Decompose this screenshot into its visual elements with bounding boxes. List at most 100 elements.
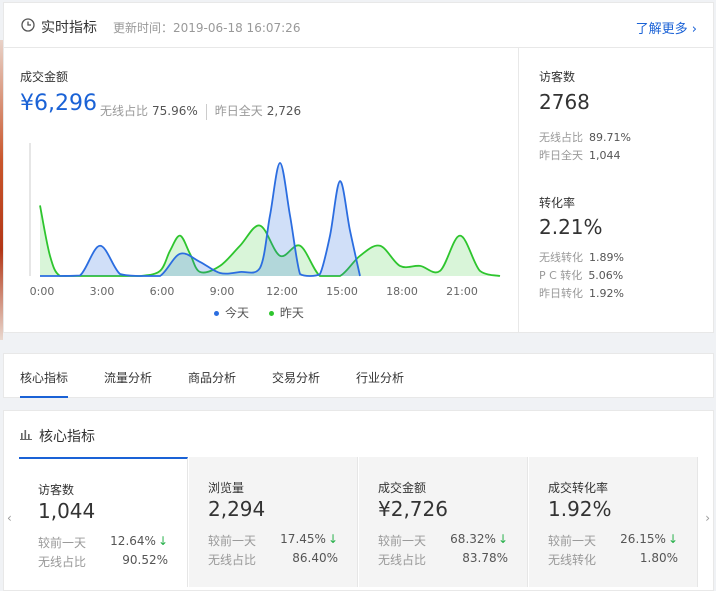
card-wireless-label: 无线转化 <box>548 553 597 567</box>
conversion-yesterday-value: 1.92% <box>589 287 624 300</box>
x-tick-label: 3:00 <box>90 285 115 298</box>
visitors-wireless: 无线占比 89.71% <box>539 129 631 145</box>
card-compare-row: 较前一天 26.15% ↓ <box>548 532 678 549</box>
legend-label-today: 今天 <box>225 306 250 320</box>
bar-chart-icon <box>20 430 32 440</box>
card-compare-value-wrap: 26.15% ↓ <box>620 532 678 546</box>
card-wireless-row: 无线占比 86.40% <box>208 551 338 568</box>
legend-item-today[interactable]: 今天 <box>214 306 249 320</box>
realtime-side: 访客数 2768 无线占比 89.71% 昨日全天 1,044 转化率 2.21% … <box>518 48 714 333</box>
card-compare-value-wrap: 12.64% ↓ <box>110 534 168 548</box>
legend-item-yesterday[interactable]: 昨天 <box>268 306 304 320</box>
card-compare-row: 较前一天 17.45% ↓ <box>208 532 338 549</box>
x-tick-label: 6:00 <box>150 285 175 298</box>
realtime-header: 实时指标 更新时间：2019-06-18 16:07:26 了解更多 › <box>4 3 713 48</box>
card-wireless-label: 无线占比 <box>38 555 87 569</box>
trend-down-icon: ↓ <box>327 532 338 546</box>
metric-card-conversion[interactable]: 成交转化率 1.92% 较前一天 26.15% ↓ 无线转化 1.80% <box>529 457 698 587</box>
core-title: 核心指标 <box>39 429 95 445</box>
card-wireless-value: 86.40% <box>292 551 338 565</box>
card-value: 1,044 <box>38 499 96 523</box>
series-line-today <box>40 162 361 277</box>
card-compare-row: 较前一天 68.32% ↓ <box>378 532 508 549</box>
card-compare-label: 较前一天 <box>378 534 427 548</box>
tab-core[interactable]: 核心指标 <box>20 369 69 398</box>
prev-arrow[interactable]: ‹ <box>7 511 12 525</box>
card-compare-label: 较前一天 <box>38 536 87 550</box>
conversion-pc: P C 转化 5.06% <box>539 267 623 283</box>
card-value: ¥2,726 <box>378 497 448 521</box>
visitors-value: 2768 <box>539 90 590 114</box>
x-tick-label: 21:00 <box>446 285 478 298</box>
conversion-yesterday: 昨日转化 1.92% <box>539 285 624 301</box>
card-wireless-label: 无线占比 <box>378 553 427 567</box>
trend-down-icon: ↓ <box>667 532 678 546</box>
card-wireless-label: 无线占比 <box>208 553 257 567</box>
trend-down-icon: ↓ <box>157 534 168 548</box>
conversion-label: 转化率 <box>539 196 576 210</box>
card-wireless-value: 83.78% <box>462 551 508 565</box>
metric-card-gmv[interactable]: 成交金额 ¥2,726 较前一天 68.32% ↓ 无线占比 83.78% <box>359 457 528 587</box>
legend-dot-today <box>214 311 219 316</box>
card-compare-value-wrap: 17.45% ↓ <box>280 532 338 546</box>
conversion-yesterday-label: 昨日转化 <box>539 287 583 300</box>
card-compare-value-wrap: 68.32% ↓ <box>450 532 508 546</box>
trend-down-icon: ↓ <box>497 532 508 546</box>
core-metrics-panel: 核心指标 ‹ › 访客数 1,044 较前一天 12.64% ↓ 无线占比 90.52… <box>3 410 714 591</box>
visitors-wireless-value: 89.71% <box>589 131 631 144</box>
conversion-pc-label: P C 转化 <box>539 269 583 282</box>
core-header: 核心指标 <box>4 411 713 458</box>
learn-more-link[interactable]: 了解更多 › <box>636 18 697 37</box>
visitors-yesterday-label: 昨日全天 <box>539 149 583 162</box>
visitors-yesterday-value: 1,044 <box>589 149 621 162</box>
card-compare-row: 较前一天 12.64% ↓ <box>38 534 168 551</box>
update-time: 更新时间：2019-06-18 16:07:26 <box>113 21 301 35</box>
tab-transactions[interactable]: 交易分析 <box>272 369 320 386</box>
card-wireless-row: 无线占比 83.78% <box>378 551 508 568</box>
conversion-value: 2.21% <box>539 215 603 239</box>
card-compare-label: 较前一天 <box>548 534 597 548</box>
card-wireless-row: 无线转化 1.80% <box>548 551 678 568</box>
card-compare-value: 68.32% <box>450 532 496 546</box>
card-wireless-value: 90.52% <box>122 553 168 567</box>
x-tick-label: 18:00 <box>386 285 418 298</box>
realtime-chart: 0:00 3:00 6:00 9:00 12:00 15:00 18:00 21:00 <box>29 143 501 298</box>
realtime-main: 成交金额 ¥6,296 无线占比 75.96% 昨日全天 2,726 0:00 3:00… <box>4 48 518 333</box>
card-wireless-value: 1.80% <box>639 551 678 565</box>
x-tick-label: 9:00 <box>210 285 235 298</box>
tab-traffic[interactable]: 流量分析 <box>104 369 152 386</box>
card-wireless-row: 无线占比 90.52% <box>38 553 168 570</box>
conversion-wireless-value: 1.89% <box>589 251 624 264</box>
card-compare-value: 17.45% <box>280 532 326 546</box>
conversion-wireless: 无线转化 1.89% <box>539 249 624 265</box>
card-label: 成交金额 <box>378 481 427 495</box>
visitors-yesterday: 昨日全天 1,044 <box>539 147 621 163</box>
card-label: 成交转化率 <box>548 481 609 495</box>
analysis-tabs: 核心指标 流量分析 商品分析 交易分析 行业分析 <box>3 353 714 398</box>
realtime-panel: 实时指标 更新时间：2019-06-18 16:07:26 了解更多 › 成交金… <box>3 2 714 333</box>
series-area-today <box>40 163 360 276</box>
card-value: 2,294 <box>208 497 266 521</box>
metric-cards: 访客数 1,044 较前一天 12.64% ↓ 无线占比 90.52% 浏览量 2,2… <box>19 457 699 587</box>
x-tick-label: 15:00 <box>326 285 358 298</box>
conversion-pc-value: 5.06% <box>588 269 624 282</box>
visitors-label: 访客数 <box>539 70 576 84</box>
legend-dot-yesterday <box>268 311 274 316</box>
card-label: 访客数 <box>38 483 75 497</box>
clock-icon <box>21 18 35 32</box>
metric-card-visitors[interactable]: 访客数 1,044 较前一天 12.64% ↓ 无线占比 90.52% <box>19 457 188 587</box>
conversion-wireless-label: 无线转化 <box>539 251 583 264</box>
realtime-title: 实时指标 <box>41 20 97 36</box>
next-arrow[interactable]: › <box>705 511 710 525</box>
card-compare-label: 较前一天 <box>208 534 257 548</box>
card-value: 1.92% <box>548 497 612 521</box>
chart-legend: 今天 昨天 <box>214 304 320 321</box>
x-tick-label: 12:00 <box>266 285 298 298</box>
x-tick-label: 0:00 <box>30 285 55 298</box>
card-compare-value: 12.64% <box>110 534 156 548</box>
card-compare-value: 26.15% <box>620 532 666 546</box>
card-label: 浏览量 <box>208 481 245 495</box>
metric-card-pageviews[interactable]: 浏览量 2,294 较前一天 17.45% ↓ 无线占比 86.40% <box>189 457 358 587</box>
tab-products[interactable]: 商品分析 <box>188 369 236 386</box>
tab-industry[interactable]: 行业分析 <box>356 369 404 386</box>
